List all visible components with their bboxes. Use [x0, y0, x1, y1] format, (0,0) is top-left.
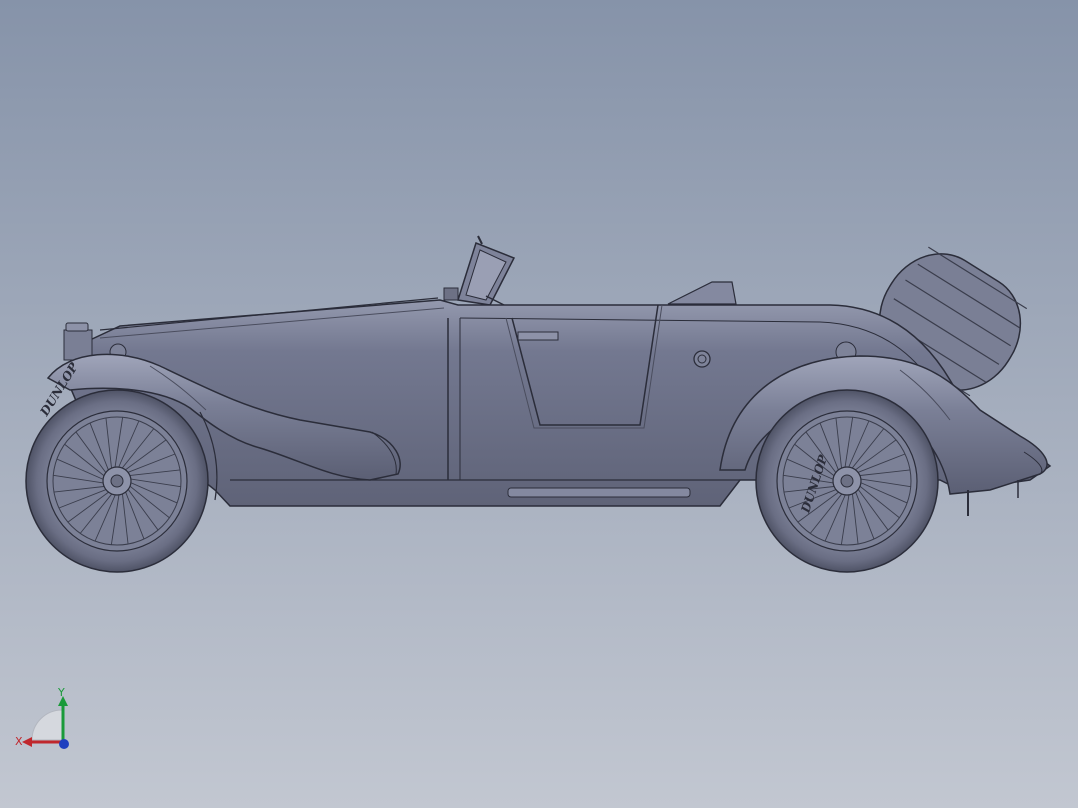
seat-back — [667, 281, 737, 305]
x-axis-arrowhead — [22, 737, 32, 747]
car-model-3d-view[interactable]: DUNLOP DUNLOP — [0, 0, 1078, 808]
windscreen — [443, 235, 516, 307]
rear-wheel: DUNLOP — [755, 389, 939, 573]
x-axis-label: X — [15, 735, 23, 748]
y-axis-label: Y — [57, 686, 65, 699]
graphics-viewport[interactable]: DUNLOP DUNLOP Y X — [0, 0, 1078, 808]
triad-plane — [31, 709, 63, 741]
reference-triad: Y X — [15, 686, 69, 749]
z-axis-dot — [59, 739, 69, 749]
